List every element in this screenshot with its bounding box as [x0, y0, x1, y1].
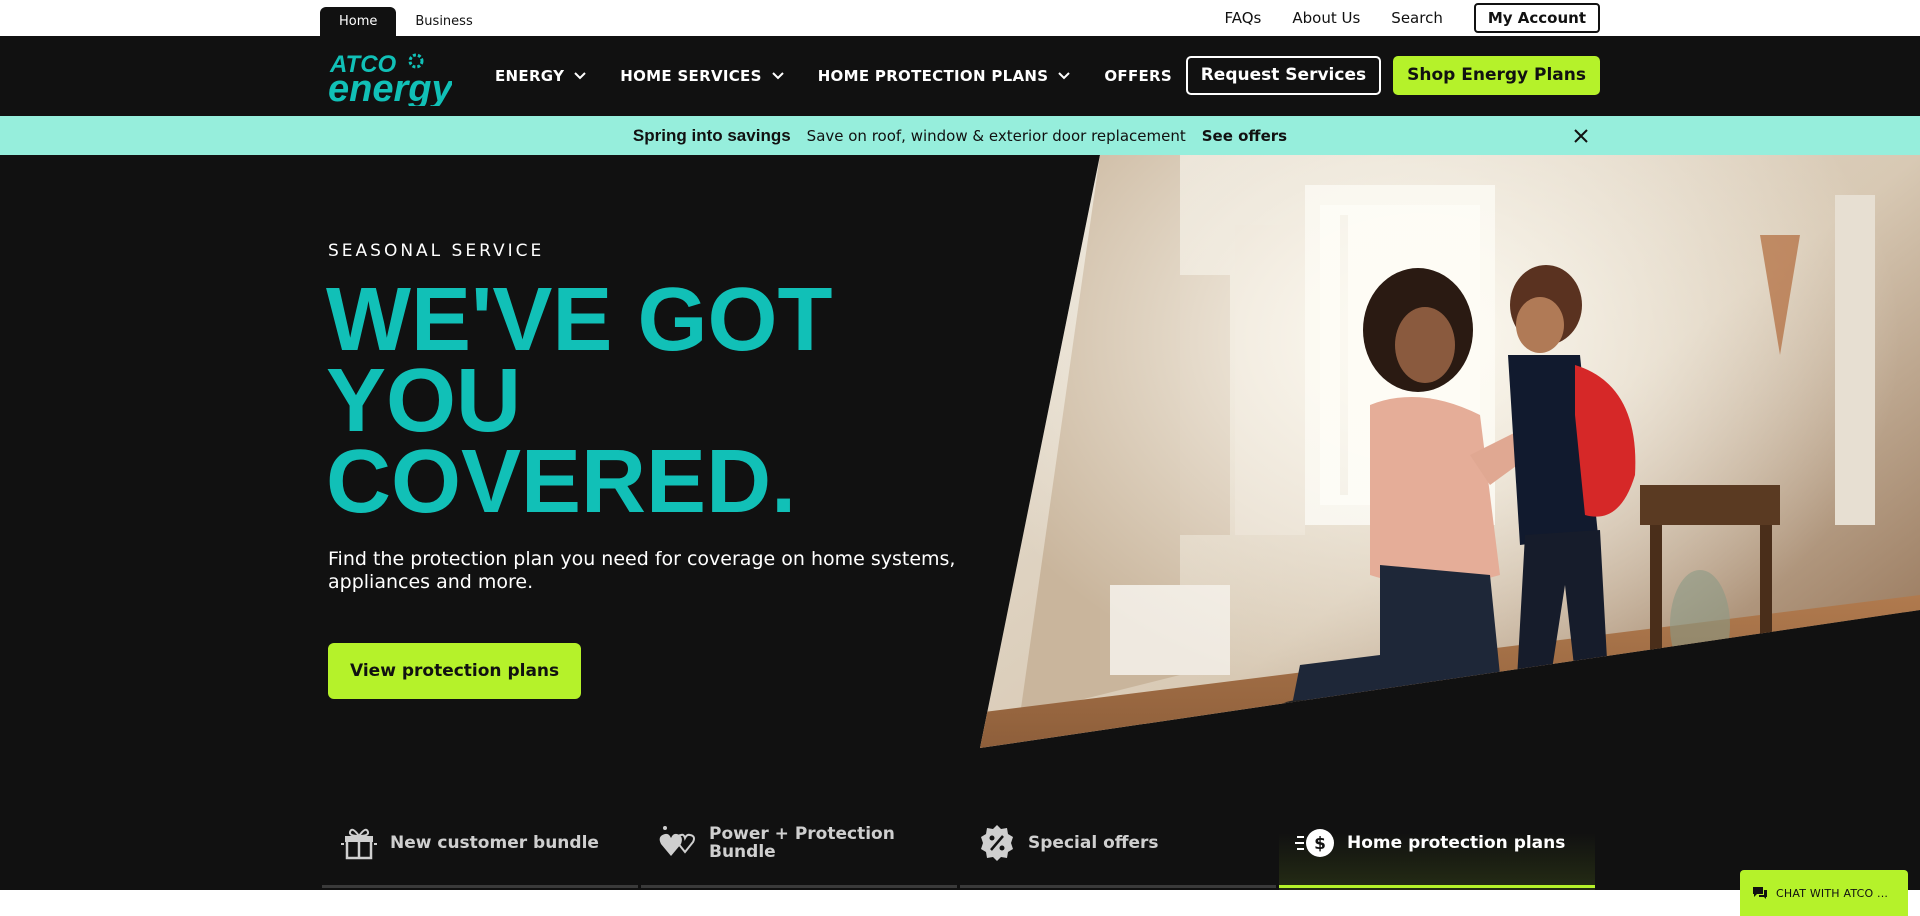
view-protection-plans-button[interactable]: View protection plans	[328, 643, 582, 699]
hero-photo	[980, 155, 1920, 748]
nav-item-label: HOME PROTECTION PLANS	[817, 67, 1049, 85]
headline-line: COVERED.	[326, 432, 797, 532]
atco-energy-logo[interactable]: ATCO energy	[328, 50, 452, 106]
feature-tab-bar	[1279, 885, 1595, 888]
promo-title: Spring into savings	[632, 125, 791, 145]
nav-item-label: HOME SERVICES	[620, 67, 762, 85]
chat-button[interactable]: CHAT WITH ATCO ...	[1740, 870, 1908, 916]
shop-energy-plans-button[interactable]: Shop Energy Plans	[1393, 56, 1600, 95]
hero-eyebrow: SEASONAL SERVICE	[328, 241, 545, 261]
nav-item-home-protection-plans[interactable]: HOME PROTECTION PLANS	[818, 67, 1071, 85]
tab-business[interactable]: Business	[396, 7, 491, 36]
feature-tab-power-protection-bundle[interactable]: Power + Protection Bundle	[641, 795, 957, 890]
feature-tabs: New customer bundle Power + Protection B…	[322, 795, 1598, 890]
chevron-down-icon	[574, 72, 586, 80]
search-link[interactable]: Search	[1391, 9, 1443, 27]
chevron-down-icon	[1058, 72, 1071, 80]
percent-badge-icon	[981, 824, 1013, 861]
nav-item-label: OFFERS	[1104, 67, 1172, 85]
hearts-icon	[659, 825, 695, 856]
nav-items: ENERGY HOME SERVICES HOME PROTECTION PLA…	[495, 36, 1206, 116]
feature-tab-label: Home protection plans	[1347, 832, 1566, 853]
feature-tab-special-offers[interactable]: Special offers	[960, 795, 1276, 890]
close-icon[interactable]	[1572, 127, 1590, 145]
feature-tab-bar	[960, 885, 1276, 888]
my-account-button[interactable]: My Account	[1473, 3, 1600, 33]
nav-item-home-services[interactable]: HOME SERVICES	[620, 67, 784, 85]
main-nav: ATCO energy ENERGY HOME SERVICES HOME PR…	[0, 36, 1920, 116]
chat-label: CHAT WITH ATCO ...	[1776, 886, 1889, 900]
headline-line: WE'VE GOT	[326, 270, 833, 370]
chevron-down-icon	[771, 72, 784, 80]
svg-text:energy: energy	[328, 68, 452, 106]
hero: SEASONAL SERVICE WE'VE GOT YOU COVERED. …	[0, 155, 1920, 890]
hero-headline: WE'VE GOT YOU COVERED.	[326, 270, 926, 532]
feature-tab-bar	[322, 885, 638, 888]
dollar-speed-icon: $	[1295, 828, 1334, 857]
faqs-link[interactable]: FAQs	[1225, 9, 1262, 27]
site-tabs: Home Business	[320, 7, 492, 36]
hero-subtitle: Find the protection plan you need for co…	[328, 548, 956, 593]
feature-tab-new-customer-bundle[interactable]: New customer bundle	[322, 795, 638, 890]
gift-icon	[341, 828, 377, 859]
feature-tab-label: New customer bundle	[390, 832, 599, 853]
see-offers-link[interactable]: See offers	[1202, 127, 1287, 145]
svg-text:$: $	[1314, 834, 1326, 854]
feature-tab-bar	[641, 885, 957, 888]
utility-links: FAQs About Us Search My Account	[1225, 3, 1600, 33]
feature-tab-home-protection-plans[interactable]: $ Home protection plans	[1279, 795, 1595, 890]
utility-bar: Home Business FAQs About Us Search My Ac…	[0, 0, 1920, 36]
feature-tab-label: Special offers	[1028, 832, 1159, 853]
page: Home Business FAQs About Us Search My Ac…	[0, 0, 1920, 916]
tab-home[interactable]: Home	[320, 7, 397, 36]
nav-buttons: Request Services Shop Energy Plans	[1185, 56, 1600, 95]
chat-icon	[1753, 887, 1767, 899]
nav-item-energy[interactable]: ENERGY	[495, 67, 586, 85]
promo-text: Save on roof, window & exterior door rep…	[806, 126, 1186, 145]
promo-banner: Spring into savings Save on roof, window…	[0, 116, 1920, 155]
about-us-link[interactable]: About Us	[1292, 9, 1360, 27]
request-services-button[interactable]: Request Services	[1185, 56, 1382, 95]
feature-tab-label: Power + Protection Bundle	[709, 823, 895, 862]
headline-line: YOU	[326, 351, 522, 451]
nav-item-label: ENERGY	[495, 67, 565, 85]
nav-item-offers[interactable]: OFFERS	[1104, 67, 1172, 85]
